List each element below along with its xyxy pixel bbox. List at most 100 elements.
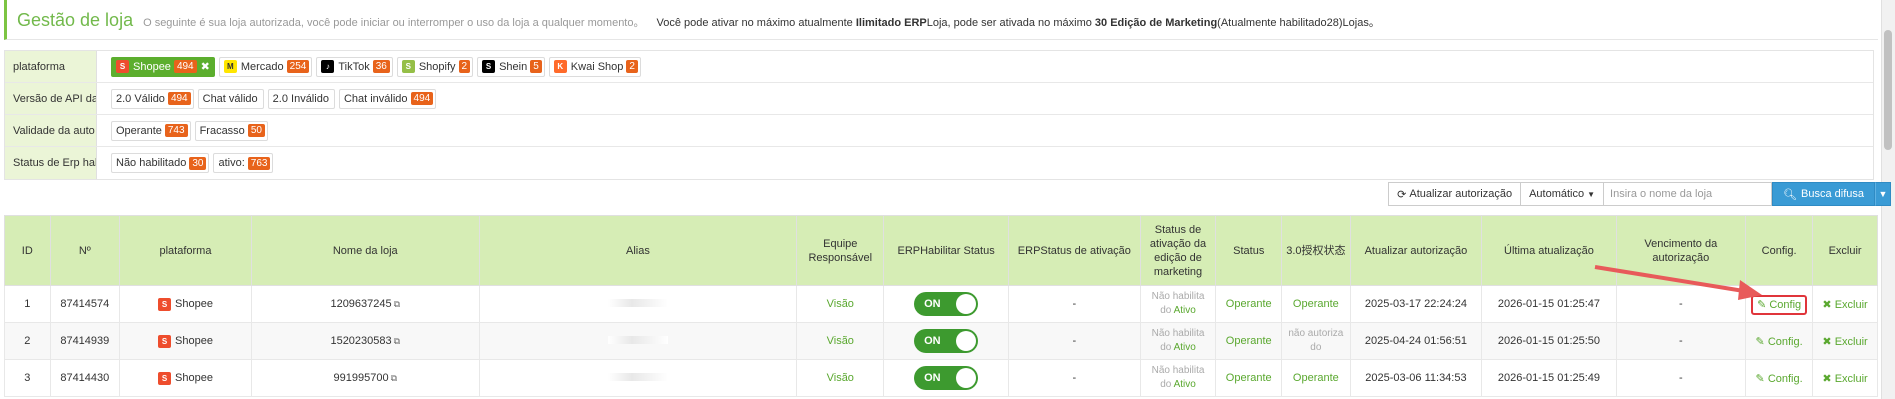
last-updated-at: 2026-01-15 01:25:50 bbox=[1497, 335, 1601, 347]
filter-row-auth: Validade da auto Operante 743 Fracasso 50 bbox=[5, 115, 1873, 147]
auth-updated-at: 2025-04-24 01:56:51 bbox=[1364, 335, 1468, 347]
table-cell: Operante bbox=[1215, 322, 1283, 360]
filter-chip-platform[interactable]: ♪ TikTok 36 bbox=[316, 56, 393, 77]
team-link[interactable]: Visão bbox=[827, 372, 854, 384]
marketing-active-text: Ativo bbox=[1173, 379, 1196, 390]
table-cell: ✖ Excluir bbox=[1812, 322, 1878, 360]
shopee-logo-icon: S bbox=[158, 297, 172, 311]
count-badge: 743 bbox=[164, 124, 188, 137]
auth-expiry: - bbox=[1678, 372, 1683, 384]
column-header: plataforma bbox=[119, 215, 252, 286]
count-badge: 2 bbox=[626, 60, 638, 73]
row-number: 87414430 bbox=[60, 372, 110, 384]
fuzzy-search-button[interactable]: 🔍︎ Busca difusa bbox=[1772, 182, 1875, 206]
table-cell: Não habilita do Ativo bbox=[1139, 359, 1217, 397]
platform-name: Shopee bbox=[175, 371, 213, 384]
refresh-icon: ⟳ bbox=[1397, 188, 1407, 201]
filter-chip-api[interactable]: Chat válido bbox=[197, 88, 264, 109]
status-text: Operante bbox=[1225, 298, 1272, 310]
status-text: Operante bbox=[1225, 372, 1272, 384]
table-cell: - bbox=[1007, 359, 1141, 397]
caret-down-icon: ▼ bbox=[1587, 189, 1596, 199]
table-cell: Operante bbox=[1281, 359, 1351, 397]
caret-down-icon: ▼ bbox=[1878, 189, 1888, 199]
filter-chip-erp[interactable]: Não habilitado 30 bbox=[111, 153, 210, 173]
filter-chip-erp[interactable]: ativo: 763 bbox=[213, 153, 274, 173]
external-link-icon[interactable]: ⧉ bbox=[391, 373, 397, 383]
count-badge: 50 bbox=[247, 124, 265, 137]
marketing-status: Não habilita do Ativo bbox=[1145, 364, 1212, 392]
store-name: 991995700 bbox=[333, 372, 389, 384]
marketing-status-text: Não habilita bbox=[1151, 328, 1205, 339]
column-header: ERPHabilitar Status bbox=[883, 215, 1009, 286]
search-options-dropdown[interactable]: ▼ bbox=[1875, 182, 1891, 206]
external-link-icon[interactable]: ⧉ bbox=[394, 336, 400, 346]
remove-filter-icon[interactable]: ✖ bbox=[201, 60, 210, 73]
auth-expiry: - bbox=[1678, 335, 1683, 347]
table-cell: 1209637245 ⧉ bbox=[250, 285, 480, 323]
delete-button[interactable]: ✖ Excluir bbox=[1822, 299, 1867, 311]
filter-chip-label: Fracasso bbox=[199, 124, 245, 137]
page-scrollbar-thumb[interactable] bbox=[1884, 30, 1892, 150]
filter-chip-auth[interactable]: Operante 743 bbox=[111, 120, 191, 141]
table-cell: ✖ Excluir bbox=[1812, 285, 1878, 323]
filter-label: Validade da auto bbox=[5, 115, 97, 146]
shein-logo-icon: S bbox=[482, 60, 496, 73]
marketing-status-text: Não habilita bbox=[1151, 291, 1205, 302]
table-cell: 87414430 bbox=[49, 359, 121, 397]
filter-chip-platform[interactable]: S Shopee 494 ✖ bbox=[111, 56, 215, 77]
count-badge: 5 bbox=[530, 60, 542, 73]
config-button[interactable]: ✎ Config. bbox=[1756, 336, 1803, 348]
delete-label: Excluir bbox=[1834, 335, 1868, 348]
filter-chip-label: ativo: bbox=[218, 157, 245, 169]
erp-enable-toggle[interactable]: ON bbox=[914, 329, 979, 353]
toggle-label: ON bbox=[924, 298, 941, 310]
filter-chip-platform[interactable]: S Shein 5 bbox=[477, 56, 545, 77]
filter-chip-platform[interactable]: S Shopify 2 bbox=[396, 56, 474, 77]
marketing-status: Não habilita do Ativo bbox=[1145, 290, 1212, 318]
filter-chip-platform[interactable]: K Kwai Shop 2 bbox=[548, 56, 641, 77]
store-name-search-input[interactable]: Insira o nome da loja bbox=[1604, 182, 1773, 206]
filter-chip-label: Shopee bbox=[133, 60, 171, 73]
close-icon: ✖ bbox=[1822, 335, 1832, 348]
delete-button[interactable]: ✖ Excluir bbox=[1822, 373, 1867, 385]
table-cell: Operante bbox=[1215, 359, 1283, 397]
table-cell: 2 bbox=[4, 322, 51, 360]
count-badge: 36 bbox=[372, 60, 390, 73]
toggle-knob bbox=[956, 294, 977, 314]
erp-activation-status: - bbox=[1072, 298, 1077, 310]
table-cell: Não habilita do Ativo bbox=[1139, 285, 1217, 323]
external-link-icon[interactable]: ⧉ bbox=[394, 299, 400, 309]
filter-chip-api[interactable]: 2.0 Válido 494 bbox=[111, 88, 194, 109]
filter-chip-auth[interactable]: Fracasso 50 bbox=[194, 120, 268, 141]
close-icon: ✖ bbox=[1822, 372, 1832, 385]
erp-enable-toggle[interactable]: ON bbox=[914, 292, 979, 316]
table-cell: ON bbox=[883, 285, 1009, 323]
table-cell: 1520230583 ⧉ bbox=[250, 322, 480, 360]
delete-button[interactable]: ✖ Excluir bbox=[1822, 336, 1867, 348]
row-id: 2 bbox=[24, 335, 31, 347]
refresh-authorization-button[interactable]: ⟳ Atualizar autorização bbox=[1388, 182, 1522, 206]
search-mode-dropdown[interactable]: Automático ▼ bbox=[1521, 182, 1605, 206]
store-name: 1209637245 bbox=[330, 298, 392, 310]
mercado-logo-icon: M bbox=[223, 60, 237, 73]
table-cell: 2025-03-17 22:24:24 bbox=[1349, 285, 1483, 323]
filter-label: Status de Erp hab bbox=[5, 147, 97, 179]
table-cell bbox=[478, 322, 798, 360]
search-mode-label: Automático bbox=[1529, 188, 1585, 200]
table-cell: 2025-03-06 11:34:53 bbox=[1349, 359, 1483, 397]
table-row: 3 87414430 S Shopee 991995700 ⧉ Visão ON - Não ha… bbox=[4, 359, 1878, 397]
filter-chip-label: Shein bbox=[499, 60, 528, 73]
team-link[interactable]: Visão bbox=[827, 298, 854, 310]
filter-chip-api[interactable]: Chat inválido 494 bbox=[338, 88, 437, 109]
team-link[interactable]: Visão bbox=[827, 335, 854, 347]
store-management-page: Gestão de loja O seguinte é sua loja aut… bbox=[0, 0, 1878, 180]
config-button[interactable]: ✎ Config. bbox=[1756, 373, 1803, 385]
count-badge: 254 bbox=[286, 60, 310, 73]
filter-chip-platform[interactable]: M Mercado 254 bbox=[218, 56, 313, 77]
auth-updated-at: 2025-03-06 11:34:53 bbox=[1365, 372, 1467, 384]
table-cell: ON bbox=[883, 322, 1009, 360]
shopify-logo-icon: S bbox=[401, 60, 415, 73]
filter-chip-api[interactable]: 2.0 Inválido bbox=[267, 88, 335, 109]
erp-enable-toggle[interactable]: ON bbox=[914, 366, 979, 390]
